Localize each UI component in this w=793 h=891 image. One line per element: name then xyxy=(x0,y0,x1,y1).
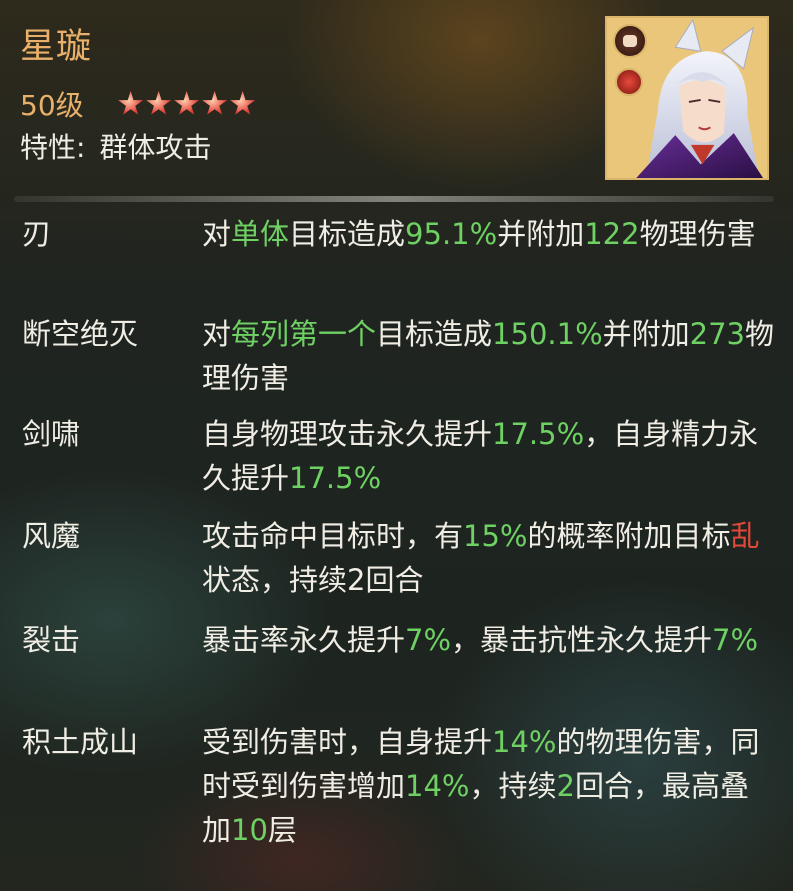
skill-name: 断空绝灭 xyxy=(22,317,139,351)
skill-description: 对单体目标造成95.1%并附加122物理伤害 xyxy=(202,212,774,256)
hero-name: 星璇 xyxy=(20,27,93,67)
skill-highlight: 单体 xyxy=(231,217,290,251)
skill-text: 受到伤害时，自身提升 xyxy=(202,725,493,759)
skill-description: 对每列第一个目标造成150.1%并附加273物理伤害 xyxy=(202,312,774,400)
skill-text: 的概率附加目标 xyxy=(527,519,731,553)
skill-highlight: 15% xyxy=(463,519,528,553)
skill-name: 剑啸 xyxy=(22,417,81,451)
fist-badge-icon xyxy=(613,24,647,58)
level-row: 50级 xyxy=(20,84,258,124)
skill-highlight: 每列第一个 xyxy=(231,317,377,351)
skill-highlight: 2 xyxy=(556,769,575,803)
skill-text: 自身物理攻击永久提升 xyxy=(202,417,493,451)
star-icon xyxy=(118,91,144,115)
skill-text: 状态，持续2回合 xyxy=(202,563,424,597)
skill-text: ，暴击抗性永久提升 xyxy=(451,623,713,657)
skill-row: 剑啸 自身物理攻击永久提升17.5%，自身精力永久提升17.5% xyxy=(0,412,793,514)
skill-highlight: 7% xyxy=(712,623,759,657)
skill-highlight: 14% xyxy=(405,769,470,803)
skill-highlight: 7% xyxy=(405,623,452,657)
hero-level: 50级 xyxy=(20,89,84,122)
skill-text: 层 xyxy=(267,813,297,847)
star-rating xyxy=(118,91,258,117)
skill-text: ，持续 xyxy=(469,769,557,803)
skill-text: 并附加 xyxy=(602,317,690,351)
hero-portrait[interactable] xyxy=(605,16,769,180)
skill-name: 积土成山 xyxy=(22,725,139,759)
trait-value: 群体攻击 xyxy=(99,131,212,164)
skill-list: 刃对单体目标造成95.1%并附加122物理伤害 断空绝灭 对每列第一个目标造成150… xyxy=(0,212,793,860)
skill-highlight: 17.5% xyxy=(492,417,585,451)
skill-highlight: 10 xyxy=(231,813,268,847)
skill-row: 积土成山 受到伤害时，自身提升14%的物理伤害，同时受到伤害增加14%，持续2回合… xyxy=(0,720,793,860)
skill-row: 风魔 攻击命中目标时，有15%的概率附加目标乱状态，持续2回合 xyxy=(0,514,793,618)
skill-text: 目标造成 xyxy=(289,217,406,251)
skill-name: 风魔 xyxy=(22,519,81,553)
skill-row: 刃 对单体目标造成95.1%并附加122物理伤害 xyxy=(0,212,793,312)
skill-text: 目标造成 xyxy=(376,317,493,351)
skill-description: 受到伤害时，自身提升14%的物理伤害，同时受到伤害增加14%，持续2回合，最高叠… xyxy=(202,720,774,852)
skill-highlight: 95.1% xyxy=(405,217,498,251)
skill-description: 暴击率永久提升7%，暴击抗性永久提升7% xyxy=(202,618,774,662)
skill-name: 刃 xyxy=(22,217,52,251)
trait-label: 特性: xyxy=(20,131,86,164)
skill-description: 攻击命中目标时，有15%的概率附加目标乱状态，持续2回合 xyxy=(202,514,774,602)
skill-text: 物理伤害 xyxy=(639,217,756,251)
star-icon xyxy=(202,91,228,115)
skill-highlight: 17.5% xyxy=(289,461,382,495)
skill-highlight: 150.1% xyxy=(492,317,603,351)
star-icon xyxy=(174,91,200,115)
star-icon xyxy=(146,91,172,115)
skill-row: 裂击 暴击率永久提升7%，暴击抗性永久提升7% xyxy=(0,618,793,720)
skill-description: 自身物理攻击永久提升17.5%，自身精力永久提升17.5% xyxy=(202,412,774,500)
trait-row: 特性: 群体攻击 xyxy=(20,126,211,166)
skill-highlight: 122 xyxy=(584,217,640,251)
skill-text: 暴击率永久提升 xyxy=(202,623,406,657)
skill-text: 对 xyxy=(202,217,232,251)
skill-highlight: 乱 xyxy=(730,519,760,553)
skill-text: 并附加 xyxy=(497,217,585,251)
red-element-badge-icon xyxy=(615,68,643,96)
section-divider xyxy=(14,196,774,202)
skill-text: 对 xyxy=(202,317,232,351)
skill-name: 裂击 xyxy=(22,623,81,657)
skill-highlight: 14% xyxy=(492,725,557,759)
star-icon xyxy=(230,91,256,115)
skill-highlight: 273 xyxy=(689,317,745,351)
skill-row: 断空绝灭 对每列第一个目标造成150.1%并附加273物理伤害 xyxy=(0,312,793,412)
skill-text: 攻击命中目标时，有 xyxy=(202,519,464,553)
